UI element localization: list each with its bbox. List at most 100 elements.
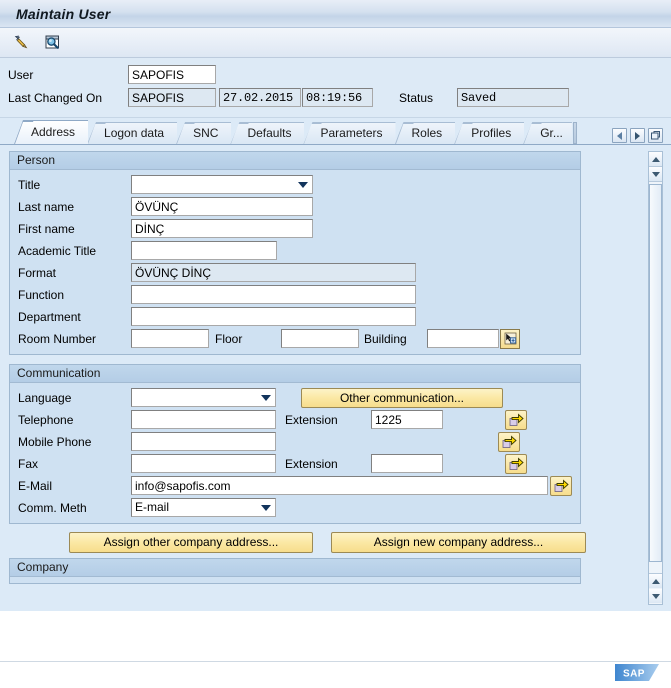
tab-label: Parameters <box>320 126 383 140</box>
format-value <box>131 263 416 282</box>
content-scrollbar[interactable] <box>648 151 663 605</box>
scroll-down-icon[interactable] <box>649 167 662 182</box>
last-changed-row: Last Changed On Status <box>0 87 671 108</box>
mobile-phone-detail-arrow-icon[interactable] <box>498 431 520 452</box>
function-label: Function <box>18 287 65 302</box>
building-value-help-icon[interactable] <box>500 328 520 349</box>
telephone-label: Telephone <box>18 412 74 427</box>
comm-method-label: Comm. Meth <box>18 500 87 515</box>
telephone-row: Telephone Extension <box>10 409 580 430</box>
title-label: Title <box>18 177 41 192</box>
fax-row: Fax Extension <box>10 453 580 474</box>
tab-label: SNC <box>193 126 219 140</box>
status-bar: SAP <box>0 661 671 688</box>
last-changed-time-input <box>302 88 373 107</box>
communication-panel: Communication Language Other communicati… <box>9 364 581 524</box>
comm-method-row: Comm. Meth E-mail <box>10 497 580 518</box>
email-input[interactable] <box>131 476 548 495</box>
comm-method-select[interactable]: E-mail <box>131 498 276 517</box>
scroll-down-bottom-icon[interactable] <box>649 589 662 603</box>
title-select[interactable] <box>131 175 313 194</box>
tab-groups[interactable]: Gr... <box>523 122 572 144</box>
room-number-input[interactable] <box>131 329 209 348</box>
application-toolbar <box>0 28 671 58</box>
last-name-input[interactable] <box>131 197 313 216</box>
building-input[interactable] <box>427 329 499 348</box>
first-name-row: First name <box>10 218 580 239</box>
other-communication-button[interactable]: Other communication... <box>301 387 503 408</box>
person-panel: Person Title Last name First name Academ… <box>9 151 581 355</box>
telephone-detail-arrow-icon[interactable] <box>505 409 527 430</box>
scroll-up-icon[interactable] <box>649 152 662 167</box>
tab-logon-data[interactable]: Logon data <box>87 122 178 144</box>
format-row: Format <box>10 262 580 283</box>
function-input[interactable] <box>131 285 416 304</box>
function-row: Function <box>10 284 580 305</box>
room-number-label: Room Number <box>18 331 97 346</box>
title-row: Title <box>10 174 580 195</box>
academic-title-input[interactable] <box>131 241 277 260</box>
chevron-down-icon <box>298 182 308 188</box>
language-label: Language <box>18 390 72 405</box>
first-name-input[interactable] <box>131 219 313 238</box>
last-changed-label: Last Changed On <box>8 90 103 105</box>
tab-next-arrow-icon[interactable] <box>630 128 645 143</box>
fax-detail-arrow-icon[interactable] <box>505 453 527 474</box>
chevron-down-icon <box>261 505 271 511</box>
academic-title-row: Academic Title <box>10 240 580 261</box>
telephone-extension-input[interactable] <box>371 410 443 429</box>
mobile-phone-input[interactable] <box>131 432 276 451</box>
user-label: User <box>8 67 34 82</box>
email-label: E-Mail <box>18 478 53 493</box>
scroll-up-bottom-icon[interactable] <box>649 573 662 588</box>
language-select[interactable] <box>131 388 276 407</box>
status-value <box>457 88 569 107</box>
chevron-down-icon <box>261 395 271 401</box>
scrollbar-thumb[interactable] <box>649 184 662 562</box>
mobile-phone-row: Mobile Phone <box>10 431 580 452</box>
first-name-label: First name <box>18 221 75 236</box>
fax-input[interactable] <box>131 454 276 473</box>
assign-other-company-address-button[interactable]: Assign other company address... <box>69 532 313 553</box>
department-input[interactable] <box>131 307 416 326</box>
tab-label: Logon data <box>104 126 165 140</box>
tab-roles[interactable]: Roles <box>394 122 456 144</box>
tab-navigation <box>606 128 671 144</box>
tab-parameters[interactable]: Parameters <box>303 122 396 144</box>
academic-title-label: Academic Title <box>18 243 97 258</box>
tab-label: Roles <box>411 126 443 140</box>
last-changed-user-input <box>128 88 216 107</box>
tab-prev-arrow-icon[interactable] <box>612 128 627 143</box>
user-row: User <box>0 64 671 85</box>
floor-label: Floor <box>215 331 243 346</box>
user-header-form: User Last Changed On Status <box>0 58 671 118</box>
change-icon[interactable] <box>9 31 33 55</box>
status-bar-divider <box>0 661 671 662</box>
tab-strip: Address Logon data SNC Defaults Paramete… <box>0 118 671 144</box>
comm-method-value: E-mail <box>135 500 170 514</box>
department-row: Department <box>10 306 580 327</box>
company-panel-title: Company <box>10 559 580 577</box>
company-address-actions: Assign other company address... Assign n… <box>9 532 663 553</box>
tab-label: Gr... <box>540 126 563 140</box>
department-label: Department <box>18 309 81 324</box>
email-detail-arrow-icon[interactable] <box>550 475 572 496</box>
user-input[interactable] <box>128 65 216 84</box>
svg-text:SAP: SAP <box>623 669 645 680</box>
telephone-input[interactable] <box>131 410 276 429</box>
tab-profiles[interactable]: Profiles <box>454 122 525 144</box>
fax-extension-input[interactable] <box>371 454 443 473</box>
tab-address[interactable]: Address <box>14 120 89 144</box>
last-name-row: Last name <box>10 196 580 217</box>
tab-snc[interactable]: SNC <box>176 122 232 144</box>
tab-defaults[interactable]: Defaults <box>230 122 305 144</box>
email-row: E-Mail <box>10 475 580 496</box>
room-floor-building-row: Room Number Floor Building <box>10 328 580 349</box>
assign-new-company-address-button[interactable]: Assign new company address... <box>331 532 586 553</box>
floor-input[interactable] <box>281 329 359 348</box>
page-title: Maintain User <box>16 5 111 22</box>
display-icon[interactable] <box>40 31 64 55</box>
tab-list-icon[interactable] <box>648 128 663 143</box>
person-panel-body: Title Last name First name Academic Titl… <box>10 170 580 354</box>
last-changed-date-input <box>219 88 301 107</box>
